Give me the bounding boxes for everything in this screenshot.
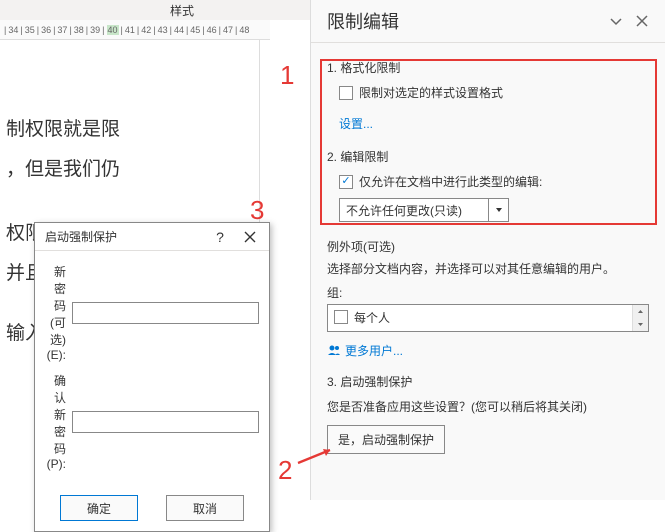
pane-dropdown-icon[interactable]: [605, 10, 627, 32]
section-format-restrictions: 1. 格式化限制: [327, 59, 649, 76]
pane-body: 1. 格式化限制 限制对选定的样式设置格式 设置... 2. 编辑限制 仅允许在…: [311, 43, 665, 466]
cancel-button[interactable]: 取消: [166, 495, 244, 521]
listbox-scrollbar[interactable]: [632, 305, 648, 331]
confirm-password-label: 确认新密码(P):: [45, 372, 72, 471]
confirm-password-input[interactable]: [72, 411, 259, 433]
dialog-body: 新密码(可选)(E): 确认新密码(P):: [35, 251, 269, 487]
dialog-help-icon[interactable]: ?: [205, 225, 235, 249]
checkbox-icon: [339, 86, 353, 100]
doc-text-line: ，但是我们仍: [6, 150, 253, 190]
group-item-everyone: 每个人: [354, 309, 390, 326]
checkbox-icon[interactable]: [334, 310, 348, 324]
pane-title: 限制编辑: [327, 8, 601, 34]
more-users-link[interactable]: 更多用户...: [327, 342, 649, 359]
checkbox-format-restrict[interactable]: 限制对选定的样式设置格式: [339, 84, 649, 101]
confirm-password-row: 确认新密码(P):: [45, 372, 259, 471]
password-input[interactable]: [72, 302, 259, 324]
edit-type-dropdown[interactable]: 不允许任何更改(只读): [339, 198, 509, 222]
users-icon: [327, 344, 341, 356]
password-row: 新密码(可选)(E):: [45, 263, 259, 362]
settings-link[interactable]: 设置...: [339, 115, 373, 132]
horizontal-ruler: | 34 | 35 | 36 | 37 | 38 | 39 | 40 | 41 …: [0, 20, 270, 40]
checkbox-label: 限制对选定的样式设置格式: [359, 84, 503, 101]
dialog-close-icon[interactable]: [235, 225, 265, 249]
section-edit-restrictions: 2. 编辑限制: [327, 148, 649, 165]
enforce-question: 您是否准备应用这些设置？(您可以稍后将其关闭): [327, 398, 649, 415]
group-listbox[interactable]: 每个人: [327, 304, 649, 332]
pane-header: 限制编辑: [311, 0, 665, 43]
annotation-number-2: 2: [278, 455, 292, 486]
enforce-protection-button[interactable]: 是，启动强制保护: [327, 425, 445, 454]
pane-close-icon[interactable]: [631, 10, 653, 32]
group-label: 组:: [327, 284, 649, 301]
dialog-title: 启动强制保护: [45, 228, 205, 245]
annotation-number-1: 1: [280, 60, 294, 91]
dropdown-value: 不允许任何更改(只读): [346, 202, 462, 219]
doc-text-line: 制权限就是限: [6, 110, 253, 150]
ribbon-tab-styles[interactable]: 样式: [150, 2, 214, 19]
restrict-editing-pane: 限制编辑 1. 格式化限制 限制对选定的样式设置格式 设置... 2. 编辑限制…: [310, 0, 665, 500]
scroll-up-icon[interactable]: [633, 305, 648, 318]
exception-description: 选择部分文档内容，并选择可以对其任意编辑的用户。: [327, 261, 649, 278]
checkbox-checked-icon: [339, 175, 353, 189]
scroll-down-icon[interactable]: [633, 318, 648, 331]
password-label: 新密码(可选)(E):: [45, 263, 72, 362]
checkbox-edit-restrict[interactable]: 仅允许在文档中进行此类型的编辑:: [339, 173, 649, 190]
section-enforce-protection: 3. 启动强制保护: [327, 373, 649, 390]
enforce-protection-dialog: 启动强制保护 ? 新密码(可选)(E): 确认新密码(P): 确定 取消: [34, 222, 270, 532]
annotation-arrow-2: [296, 446, 338, 466]
exception-header: 例外项(可选): [327, 238, 649, 255]
dialog-header: 启动强制保护 ?: [35, 223, 269, 251]
ok-button[interactable]: 确定: [60, 495, 138, 521]
checkbox-label: 仅允许在文档中进行此类型的编辑:: [359, 173, 542, 190]
dialog-buttons: 确定 取消: [35, 487, 269, 531]
chevron-down-icon: [488, 199, 508, 221]
